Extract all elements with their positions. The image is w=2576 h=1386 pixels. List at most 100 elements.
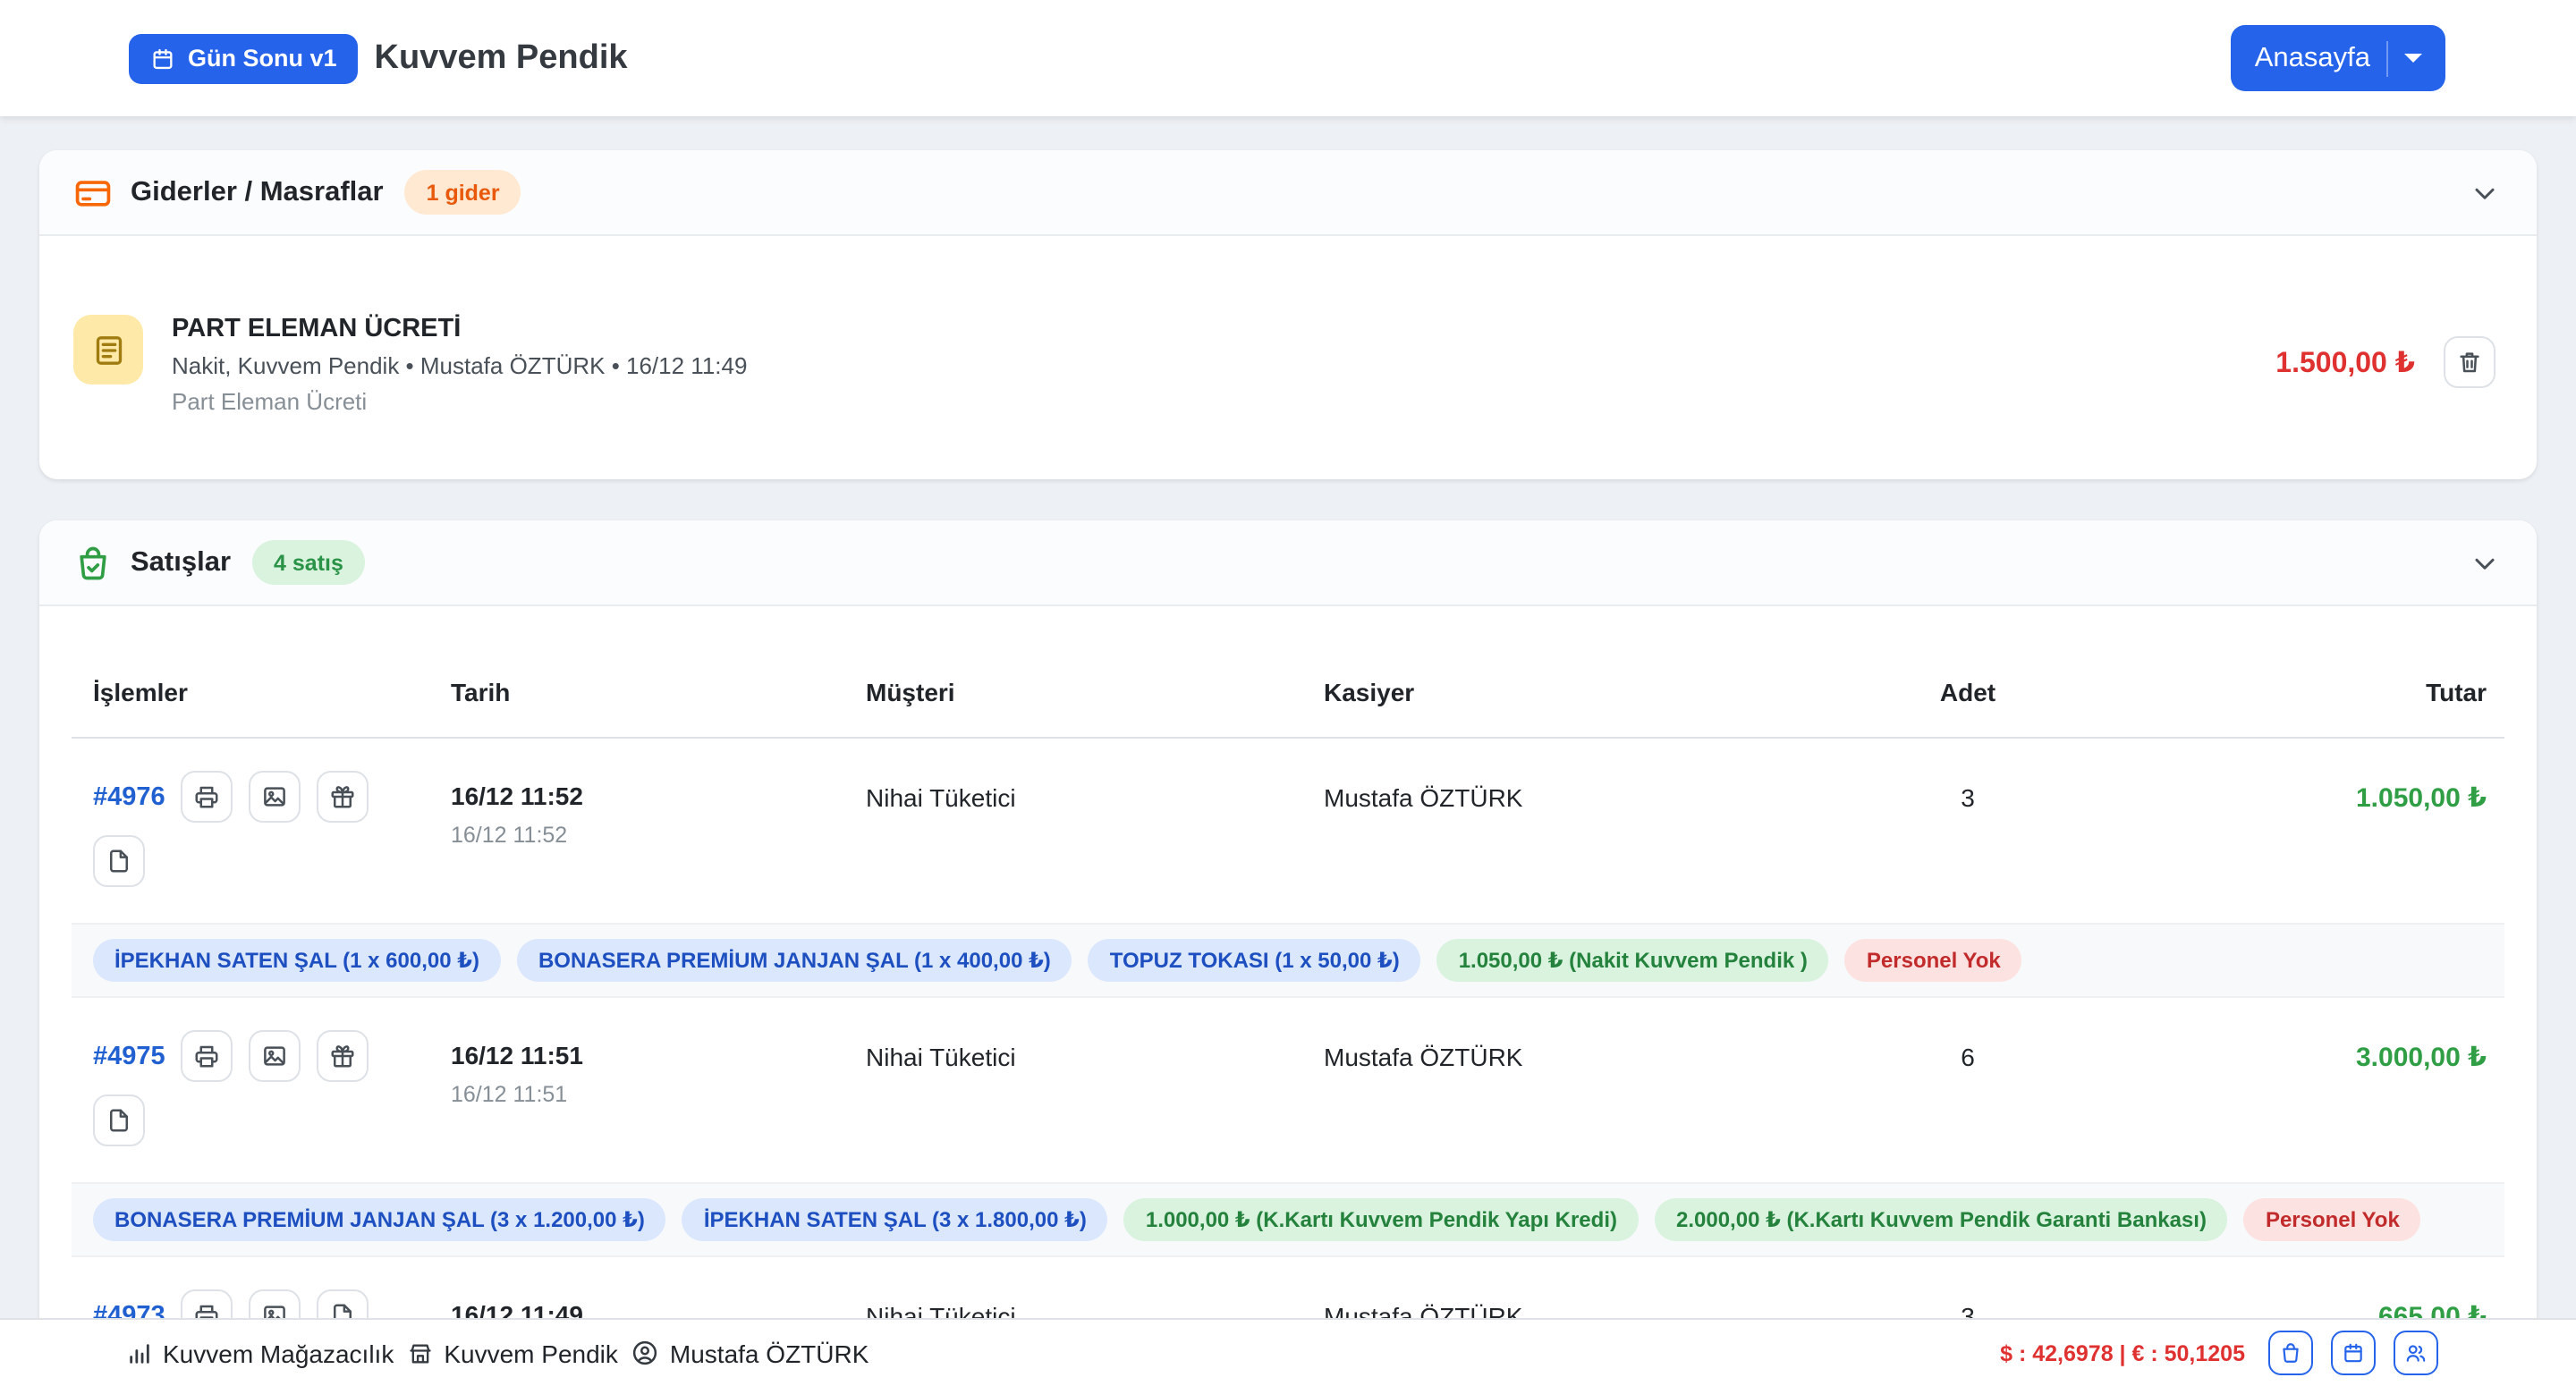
company-item: Kuvvem Mağazacılık	[127, 1339, 394, 1367]
product-tag: BONASERA PREMİUM JANJAN ŞAL (1 x 400,00 …	[517, 939, 1072, 982]
column-header-operations: İşlemler	[72, 631, 451, 737]
payment-tag: 1.050,00 ₺ (Nakit Kuvvem Pendik )	[1437, 939, 1829, 982]
sale-number-link[interactable]: #4975	[93, 1042, 165, 1070]
expenses-count-badge: 1 gider	[405, 170, 521, 215]
sale-gift-button[interactable]	[318, 771, 369, 823]
expenses-card-title: Giderler / Masraflar	[131, 176, 384, 208]
sale-total: 1.050,00 ₺	[2075, 771, 2504, 887]
sale-total: 3.000,00 ₺	[2075, 1030, 2504, 1146]
gun-sonu-version-button[interactable]: Gün Sonu v1	[129, 33, 359, 83]
document-icon	[106, 848, 132, 875]
sale-date-secondary: 16/12 11:52	[451, 823, 866, 848]
chevron-down-icon[interactable]	[2469, 546, 2501, 579]
expense-list-item: PART ELEMAN ÜCRETİ Nakit, Kuvvem Pendik …	[39, 236, 2537, 479]
company-name: Kuvvem Mağazacılık	[163, 1339, 394, 1367]
status-bar-right: $ : 42,6978 | € : 50,1205	[2000, 1331, 2438, 1375]
sales-table: İşlemler Tarih Müşteri Kasiyer Adet Tuta…	[72, 631, 2504, 1386]
user-item: Mustafa ÖZTÜRK	[632, 1339, 869, 1367]
sale-number-link[interactable]: #4976	[93, 782, 165, 811]
image-icon	[262, 783, 289, 810]
end-of-day-quick-button[interactable]	[2331, 1331, 2376, 1375]
button-divider	[2386, 40, 2388, 76]
quick-actions	[2268, 1331, 2438, 1375]
sale-quantity: 6	[1860, 1030, 2075, 1146]
product-tag: TOPUZ TOKASI (1 x 50,00 ₺)	[1089, 939, 1421, 982]
expense-description: Part Eleman Ücreti	[172, 388, 747, 415]
column-header-date: Tarih	[451, 631, 866, 737]
sale-date-cell: 16/12 11:51 16/12 11:51	[451, 1030, 866, 1146]
chevron-down-icon[interactable]	[2469, 176, 2501, 208]
user-circle-icon	[632, 1340, 659, 1366]
sale-image-button[interactable]	[250, 771, 301, 823]
store-name: Kuvvem Pendik	[444, 1339, 618, 1367]
page-title: Kuvvem Pendik	[375, 38, 628, 78]
sale-operations-cell: #4975	[72, 1030, 451, 1146]
caret-down-icon	[2404, 54, 2422, 63]
expense-details: Nakit, Kuvvem Pendik • Mustafa ÖZTÜRK • …	[172, 352, 747, 379]
store-icon	[408, 1340, 433, 1365]
credit-card-icon	[73, 173, 113, 212]
gift-icon	[330, 1043, 357, 1069]
sale-tags: BONASERA PREMİUM JANJAN ŞAL (3 x 1.200,0…	[72, 1182, 2504, 1257]
sale-document-button[interactable]	[93, 1094, 145, 1146]
main-content: Giderler / Masraflar 1 gider PART ELEMAN…	[0, 116, 2576, 1386]
payment-tag: 1.000,00 ₺ (K.Kartı Kuvvem Pendik Yapı K…	[1124, 1198, 1639, 1241]
print-sale-button[interactable]	[182, 771, 233, 823]
payment-tag: 2.000,00 ₺ (K.Kartı Kuvvem Pendik Garant…	[1655, 1198, 2228, 1241]
top-bar: Gün Sonu v1 Kuvvem Pendik Anasayfa	[0, 0, 2576, 116]
sale-image-button[interactable]	[250, 1030, 301, 1082]
sale-row: #4976	[72, 739, 2504, 998]
expenses-card-header[interactable]: Giderler / Masraflar 1 gider	[39, 150, 2537, 236]
shopping-bag-check-icon	[73, 543, 113, 582]
sales-card-header[interactable]: Satışlar 4 satış	[39, 520, 2537, 606]
printer-icon	[194, 1043, 221, 1069]
image-icon	[262, 1043, 289, 1069]
column-header-total: Tutar	[2075, 631, 2504, 737]
column-header-quantity: Adet	[1860, 631, 2075, 737]
sale-operations-cell: #4976	[72, 771, 451, 887]
printer-icon	[194, 783, 221, 810]
sales-quick-button[interactable]	[2268, 1331, 2313, 1375]
calendar-icon	[2342, 1341, 2365, 1365]
sale-date: 16/12 11:52	[451, 771, 866, 810]
version-badge-label: Gün Sonu v1	[188, 45, 337, 72]
home-button[interactable]: Anasayfa	[2232, 25, 2445, 91]
status-bar: Kuvvem Mağazacılık Kuvvem Pendik Mustafa…	[0, 1318, 2576, 1386]
user-name: Mustafa ÖZTÜRK	[670, 1339, 869, 1367]
sale-customer: Nihai Tüketici	[866, 1030, 1324, 1146]
sale-date: 16/12 11:51	[451, 1030, 866, 1069]
expenses-card: Giderler / Masraflar 1 gider PART ELEMAN…	[39, 150, 2537, 479]
document-icon	[106, 1107, 132, 1134]
sale-date-secondary: 16/12 11:51	[451, 1082, 866, 1107]
column-header-customer: Müşteri	[866, 631, 1324, 737]
sale-gift-button[interactable]	[318, 1030, 369, 1082]
users-icon	[2404, 1341, 2428, 1365]
no-personnel-tag: Personel Yok	[2244, 1198, 2421, 1241]
sale-document-button[interactable]	[93, 835, 145, 887]
sales-card: Satışlar 4 satış İşlemler Tarih Müşteri …	[39, 520, 2537, 1386]
sale-quantity: 3	[1860, 771, 2075, 887]
no-personnel-tag: Personel Yok	[1845, 939, 2022, 982]
expense-actions: 1.500,00 ₺	[2275, 336, 2496, 388]
gift-icon	[330, 783, 357, 810]
sale-date-cell: 16/12 11:52 16/12 11:52	[451, 771, 866, 887]
sale-cashier: Mustafa ÖZTÜRK	[1324, 1030, 1860, 1146]
receipt-icon	[73, 315, 143, 385]
product-tag: İPEKHAN SATEN ŞAL (1 x 600,00 ₺)	[93, 939, 501, 982]
sale-tags: İPEKHAN SATEN ŞAL (1 x 600,00 ₺) BONASER…	[72, 923, 2504, 998]
sales-count-badge: 4 satış	[252, 540, 365, 585]
column-header-cashier: Kasiyer	[1324, 631, 1860, 737]
expense-info: PART ELEMAN ÜCRETİ Nakit, Kuvvem Pendik …	[172, 315, 747, 415]
personnel-quick-button[interactable]	[2394, 1331, 2438, 1375]
shopping-bag-icon	[2279, 1341, 2302, 1365]
delete-expense-button[interactable]	[2444, 336, 2496, 388]
home-button-label: Anasayfa	[2255, 42, 2370, 74]
print-sale-button[interactable]	[182, 1030, 233, 1082]
sale-cashier: Mustafa ÖZTÜRK	[1324, 771, 1860, 887]
sales-card-title: Satışlar	[131, 546, 231, 579]
calendar-icon	[150, 46, 175, 71]
end-of-day-page: Gün Sonu v1 Kuvvem Pendik Anasayfa Gider…	[0, 0, 2576, 1386]
store-item: Kuvvem Pendik	[408, 1339, 618, 1367]
sale-row: #4975	[72, 998, 2504, 1257]
sale-customer: Nihai Tüketici	[866, 771, 1324, 887]
